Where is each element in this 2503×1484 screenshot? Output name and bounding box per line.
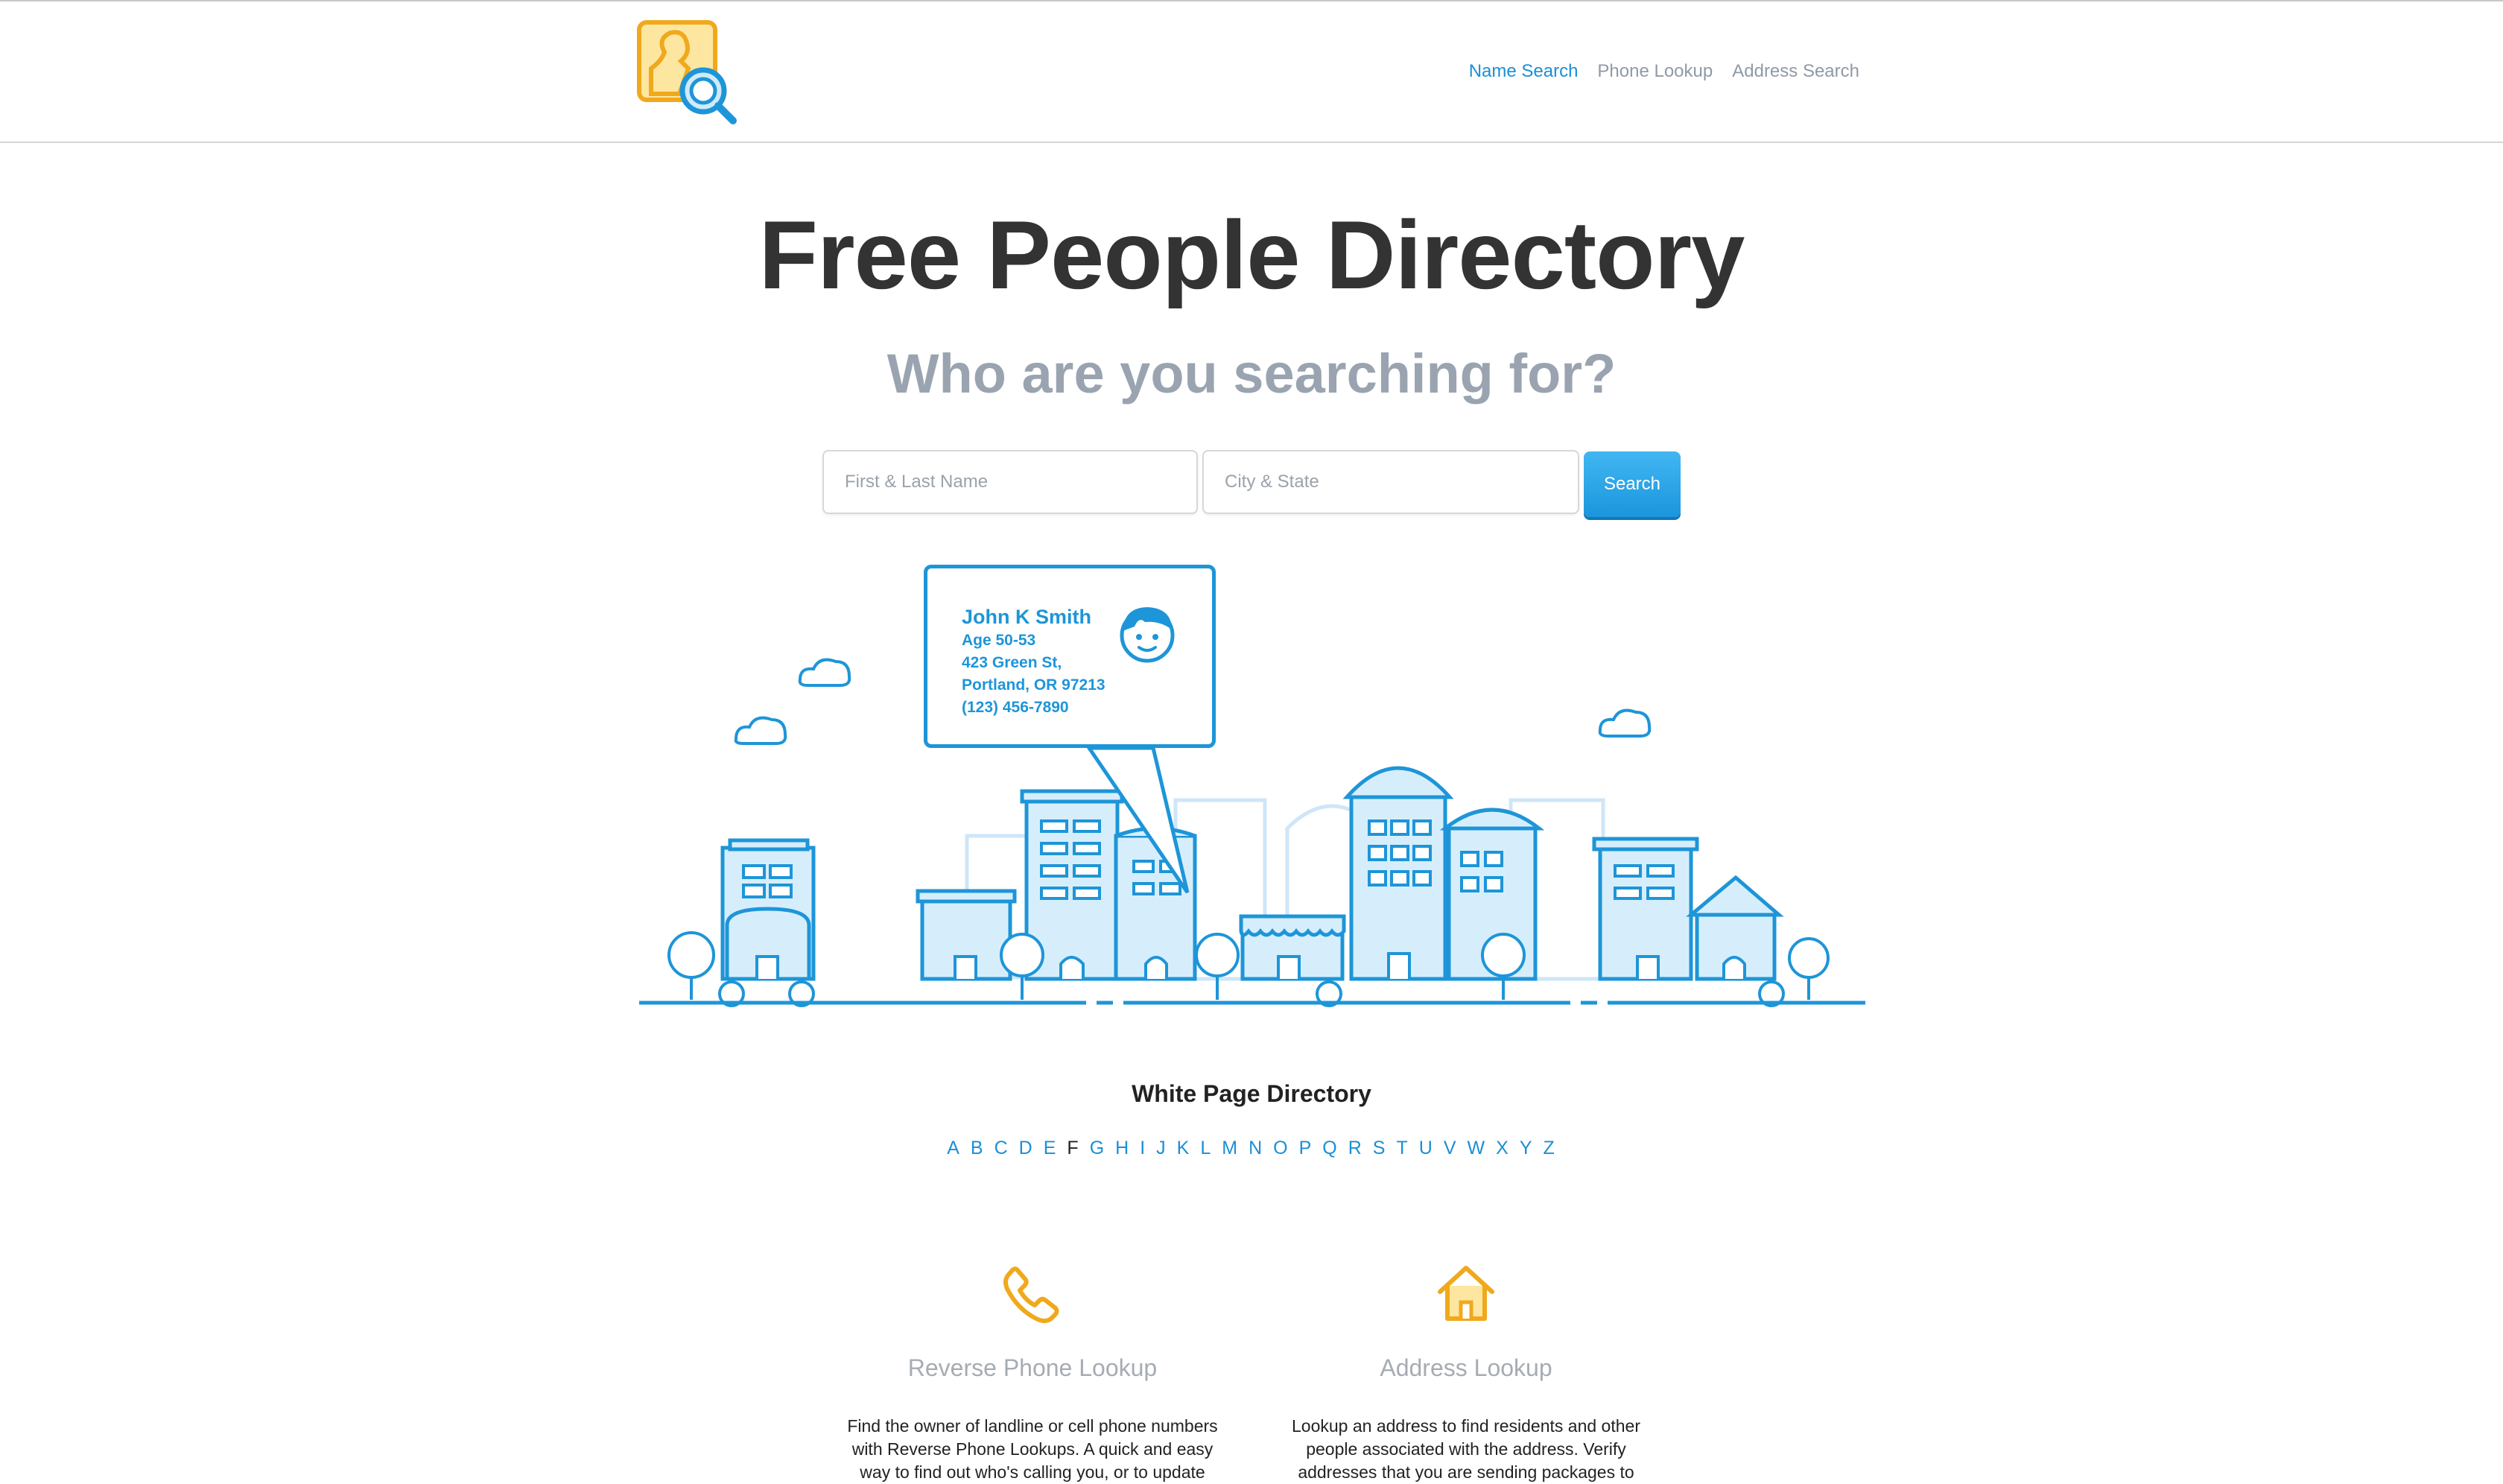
name-input[interactable] [822,450,1198,514]
letter-link-b[interactable]: B [971,1138,985,1159]
white-page-directory-title: White Page Directory [1132,1080,1371,1107]
letter-link-e[interactable]: E [1044,1138,1058,1159]
address-lookup-text: Lookup an address to find residents and … [1292,1416,1640,1482]
city-state-input[interactable] [1202,450,1579,514]
letter-link-m[interactable]: M [1222,1138,1239,1159]
example-street: 423 Green St, [962,654,1062,671]
letter-link-h[interactable]: H [1115,1138,1130,1159]
example-city: Portland, OR 97213 [962,676,1105,694]
letter-link-x[interactable]: X [1496,1138,1510,1159]
letter-link-r[interactable]: R [1348,1138,1363,1159]
city-skyline-illustration [639,658,1865,1007]
page-subtitle: Who are you searching for? [886,343,1617,405]
letter-link-p[interactable]: P [1299,1138,1313,1159]
letter-link-n[interactable]: N [1249,1138,1263,1159]
person-face-icon [1120,607,1175,663]
example-name: John K Smith [962,606,1091,628]
house-icon [1438,1266,1494,1321]
letter-link-f[interactable]: F [1067,1138,1079,1159]
example-age: Age 50-53 [962,632,1036,649]
letter-link-j[interactable]: J [1156,1138,1167,1159]
reverse-phone-feature: Reverse Phone Lookup Find the owner of l… [839,1259,1226,1484]
example-result-card: John K Smith Age 50-53 423 Green St, Por… [924,565,1216,748]
nav-name-search[interactable]: Name Search [1469,61,1579,82]
address-lookup-title[interactable]: Address Lookup [1272,1354,1660,1382]
letter-link-o[interactable]: O [1273,1138,1289,1159]
letter-link-c[interactable]: C [994,1138,1009,1159]
letter-link-z[interactable]: Z [1544,1138,1556,1159]
address-lookup-feature: Address Lookup Lookup an address to find… [1272,1259,1660,1484]
logo-icon[interactable] [635,16,743,125]
letter-link-q[interactable]: Q [1322,1138,1338,1159]
reverse-phone-title[interactable]: Reverse Phone Lookup [839,1354,1226,1382]
alphabet-index: A B C D E F G H I J K L M N O P Q R S T … [0,1138,2503,1159]
page-title: Free People Directory [758,200,1745,309]
example-result-details: John K Smith Age 50-53 423 Green St, Por… [962,604,1105,719]
main-nav: Name Search Phone Lookup Address Search [1469,61,1859,82]
phone-icon [1003,1266,1059,1323]
letter-link-i[interactable]: I [1140,1138,1146,1159]
letter-link-d[interactable]: D [1019,1138,1034,1159]
letter-link-a[interactable]: A [947,1138,961,1159]
letter-link-v[interactable]: V [1444,1138,1458,1159]
letter-link-s[interactable]: S [1373,1138,1387,1159]
letter-link-k[interactable]: K [1177,1138,1191,1159]
example-phone: (123) 456-7890 [962,699,1069,716]
site-header: Name Search Phone Lookup Address Search [0,1,2503,143]
letter-link-y[interactable]: Y [1520,1138,1534,1159]
reverse-phone-text: Find the owner of landline or cell phone… [847,1416,1218,1482]
letter-link-t[interactable]: T [1396,1138,1409,1159]
letter-link-l[interactable]: L [1200,1138,1212,1159]
letter-link-u[interactable]: U [1419,1138,1434,1159]
search-button[interactable]: Search [1584,451,1681,517]
nav-phone-lookup[interactable]: Phone Lookup [1597,61,1713,82]
nav-address-search[interactable]: Address Search [1732,61,1859,82]
letter-link-g[interactable]: G [1090,1138,1105,1159]
letter-link-w[interactable]: W [1468,1138,1487,1159]
